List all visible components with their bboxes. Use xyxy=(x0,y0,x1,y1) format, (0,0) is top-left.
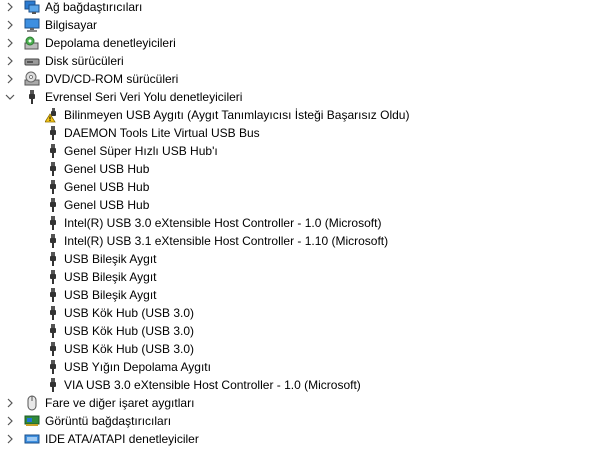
chevron-right-icon[interactable] xyxy=(5,2,15,12)
tree-item-label: USB Bileşik Aygıt xyxy=(64,252,157,266)
usb-plug-icon xyxy=(45,179,61,195)
usb-plug-icon xyxy=(45,287,61,303)
chevron-right-icon[interactable] xyxy=(5,416,15,426)
usb-plug-icon xyxy=(45,143,61,159)
usb-plug-icon xyxy=(45,125,61,141)
tree-category-display-adapters[interactable]: Görüntü bağdaştırıcıları xyxy=(0,412,592,430)
tree-item-label: USB Kök Hub (USB 3.0) xyxy=(64,306,195,320)
tree-category-storage-controllers[interactable]: Depolama denetleyicileri xyxy=(0,34,592,52)
ide-controller-icon xyxy=(24,431,40,447)
disk-drive-icon xyxy=(24,53,40,69)
usb-plug-icon xyxy=(45,233,61,249)
usb-controller-icon xyxy=(24,89,40,105)
tree-category-label: Disk sürücüleri xyxy=(45,54,124,68)
tree-category-mice[interactable]: Fare ve diğer işaret aygıtları xyxy=(0,394,592,412)
tree-item-usb-device[interactable]: USB Kök Hub (USB 3.0) xyxy=(0,340,592,358)
tree-item-usb-device[interactable]: Intel(R) USB 3.0 eXtensible Host Control… xyxy=(0,214,592,232)
chevron-right-icon[interactable] xyxy=(5,398,15,408)
usb-plug-icon xyxy=(45,251,61,267)
usb-plug-icon xyxy=(45,161,61,177)
display-adapter-icon xyxy=(24,413,40,429)
tree-item-usb-device[interactable]: USB Bileşik Aygıt xyxy=(0,250,592,268)
chevron-right-icon[interactable] xyxy=(5,74,15,84)
tree-item-label: Genel USB Hub xyxy=(64,180,150,194)
tree-item-label: Genel USB Hub xyxy=(64,162,150,176)
tree-item-label: Genel USB Hub xyxy=(64,198,150,212)
tree-item-usb-device[interactable]: Genel USB Hub xyxy=(0,196,592,214)
usb-plug-icon xyxy=(45,323,61,339)
tree-item-usb-device[interactable]: DAEMON Tools Lite Virtual USB Bus xyxy=(0,124,592,142)
chevron-down-icon[interactable] xyxy=(5,92,15,102)
usb-warning-icon xyxy=(44,107,61,123)
tree-item-label: Intel(R) USB 3.1 eXtensible Host Control… xyxy=(64,234,389,248)
tree-item-label: USB Kök Hub (USB 3.0) xyxy=(64,342,195,356)
tree-category-usb-controllers[interactable]: Evrensel Seri Veri Yolu denetleyicileri xyxy=(0,88,592,106)
chevron-right-icon[interactable] xyxy=(5,20,15,30)
tree-item-usb-device[interactable]: USB Kök Hub (USB 3.0) xyxy=(0,304,592,322)
tree-item-usb-device[interactable]: USB Bileşik Aygıt xyxy=(0,268,592,286)
chevron-right-icon[interactable] xyxy=(5,38,15,48)
tree-category-disk-drives[interactable]: Disk sürücüleri xyxy=(0,52,592,70)
tree-category-label: Depolama denetleyicileri xyxy=(45,36,176,50)
usb-plug-icon xyxy=(45,305,61,321)
usb-plug-icon xyxy=(45,341,61,357)
usb-plug-icon xyxy=(45,377,61,393)
tree-item-label: USB Kök Hub (USB 3.0) xyxy=(64,324,195,338)
tree-item-label: Genel Süper Hızlı USB Hub'ı xyxy=(64,144,218,158)
tree-item-usb-device[interactable]: Genel USB Hub xyxy=(0,178,592,196)
chevron-right-icon[interactable] xyxy=(5,56,15,66)
tree-category-dvd-drives[interactable]: DVD/CD-ROM sürücüleri xyxy=(0,70,592,88)
usb-plug-icon xyxy=(45,359,61,375)
network-adapter-icon xyxy=(24,0,40,15)
tree-category-computer[interactable]: Bilgisayar xyxy=(0,16,592,34)
tree-category-label: Görüntü bağdaştırıcıları xyxy=(45,414,172,428)
storage-controller-icon xyxy=(24,35,40,51)
usb-plug-icon xyxy=(45,269,61,285)
tree-item-label: VIA USB 3.0 eXtensible Host Controller -… xyxy=(64,378,361,392)
tree-item-label: USB Yığın Depolama Aygıtı xyxy=(64,360,211,374)
computer-icon xyxy=(24,17,40,33)
usb-plug-icon xyxy=(45,215,61,231)
tree-item-label: Bilinmeyen USB Aygıtı (Aygıt Tanımlayıcı… xyxy=(64,108,410,122)
tree-item-label: Intel(R) USB 3.0 eXtensible Host Control… xyxy=(64,216,382,230)
tree-item-label: USB Bileşik Aygıt xyxy=(64,270,157,284)
tree-category-label: Ağ bağdaştırıcıları xyxy=(45,0,143,14)
tree-category-label: Evrensel Seri Veri Yolu denetleyicileri xyxy=(45,90,243,104)
tree-item-usb-device[interactable]: Genel USB Hub xyxy=(0,160,592,178)
mouse-icon xyxy=(24,395,40,411)
tree-item-usb-device[interactable]: Genel Süper Hızlı USB Hub'ı xyxy=(0,142,592,160)
tree-category-label: DVD/CD-ROM sürücüleri xyxy=(45,72,179,86)
tree-category-label: Bilgisayar xyxy=(45,18,98,32)
tree-item-label: USB Bileşik Aygıt xyxy=(64,288,157,302)
tree-category-network-adapters[interactable]: Ağ bağdaştırıcıları xyxy=(0,0,592,16)
tree-item-usb-device[interactable]: USB Kök Hub (USB 3.0) xyxy=(0,322,592,340)
device-tree: Ağ bağdaştırıcıları Bilgisayar Depolama … xyxy=(0,0,592,448)
tree-item-label: DAEMON Tools Lite Virtual USB Bus xyxy=(64,126,260,140)
tree-item-usb-device[interactable]: USB Yığın Depolama Aygıtı xyxy=(0,358,592,376)
tree-category-ide-controllers[interactable]: IDE ATA/ATAPI denetleyiciler xyxy=(0,430,592,448)
tree-item-usb-device[interactable]: Intel(R) USB 3.1 eXtensible Host Control… xyxy=(0,232,592,250)
tree-category-label: Fare ve diğer işaret aygıtları xyxy=(45,396,195,410)
tree-item-usb-device[interactable]: USB Bileşik Aygıt xyxy=(0,286,592,304)
tree-item-unknown-usb-device[interactable]: Bilinmeyen USB Aygıtı (Aygıt Tanımlayıcı… xyxy=(0,106,592,124)
dvd-drive-icon xyxy=(24,71,40,87)
usb-plug-icon xyxy=(45,197,61,213)
tree-category-label: IDE ATA/ATAPI denetleyiciler xyxy=(45,432,199,446)
tree-item-usb-device[interactable]: VIA USB 3.0 eXtensible Host Controller -… xyxy=(0,376,592,394)
